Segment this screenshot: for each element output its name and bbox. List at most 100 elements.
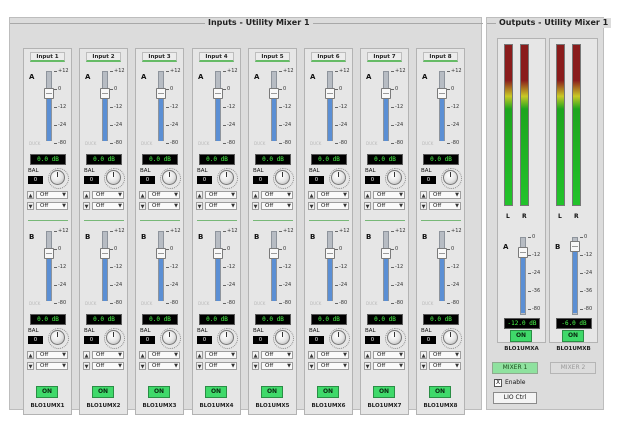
down-arrow-icon[interactable]: ▼ — [83, 202, 90, 210]
routing-dropdown[interactable]: Off ▼ — [92, 191, 124, 199]
balance-knob[interactable] — [273, 328, 294, 349]
balance-knob[interactable] — [329, 328, 350, 349]
routing-dropdown[interactable]: Off ▼ — [429, 202, 461, 210]
fader-handle[interactable] — [381, 248, 391, 259]
mixer-2-button[interactable]: MIXER 2 — [550, 362, 596, 374]
on-button[interactable]: ON — [510, 330, 532, 342]
up-arrow-icon[interactable]: ▲ — [308, 351, 315, 359]
fader-handle[interactable] — [269, 248, 279, 259]
up-arrow-icon[interactable]: ▲ — [364, 351, 371, 359]
on-button[interactable]: ON — [562, 330, 584, 342]
fader-handle[interactable] — [44, 88, 54, 99]
routing-dropdown[interactable]: Off ▼ — [205, 191, 237, 199]
fader-handle[interactable] — [437, 88, 447, 99]
fader-handle[interactable] — [213, 248, 223, 259]
fader-handle[interactable] — [381, 88, 391, 99]
routing-dropdown[interactable]: Off ▼ — [148, 202, 180, 210]
on-button[interactable]: ON — [429, 386, 451, 398]
fader-handle[interactable] — [213, 88, 223, 99]
fader-handle[interactable] — [570, 241, 580, 252]
up-arrow-icon[interactable]: ▲ — [27, 351, 34, 359]
down-arrow-icon[interactable]: ▼ — [364, 202, 371, 210]
fader-handle[interactable] — [156, 248, 166, 259]
balance-knob[interactable] — [48, 328, 69, 349]
routing-dropdown[interactable]: Off ▼ — [373, 202, 405, 210]
routing-dropdown[interactable]: Off ▼ — [148, 362, 180, 370]
down-arrow-icon[interactable]: ▼ — [364, 362, 371, 370]
routing-dropdown[interactable]: Off ▼ — [92, 202, 124, 210]
down-arrow-icon[interactable]: ▼ — [420, 362, 427, 370]
on-button[interactable]: ON — [373, 386, 395, 398]
fader-handle[interactable] — [269, 88, 279, 99]
on-button[interactable]: ON — [317, 386, 339, 398]
routing-dropdown[interactable]: Off ▼ — [261, 362, 293, 370]
routing-dropdown[interactable]: Off ▼ — [373, 351, 405, 359]
balance-knob[interactable] — [217, 328, 238, 349]
routing-dropdown[interactable]: Off ▼ — [36, 362, 68, 370]
down-arrow-icon[interactable]: ▼ — [252, 362, 259, 370]
balance-knob[interactable] — [441, 168, 462, 189]
up-arrow-icon[interactable]: ▲ — [420, 351, 427, 359]
routing-dropdown[interactable]: Off ▼ — [429, 351, 461, 359]
up-arrow-icon[interactable]: ▲ — [196, 191, 203, 199]
on-button[interactable]: ON — [148, 386, 170, 398]
down-arrow-icon[interactable]: ▼ — [308, 202, 315, 210]
mixer-1-button[interactable]: MIXER 1 — [492, 362, 538, 374]
down-arrow-icon[interactable]: ▼ — [196, 202, 203, 210]
routing-dropdown[interactable]: Off ▼ — [317, 191, 349, 199]
fader-handle[interactable] — [100, 88, 110, 99]
down-arrow-icon[interactable]: ▼ — [139, 362, 146, 370]
routing-dropdown[interactable]: Off ▼ — [317, 362, 349, 370]
routing-dropdown[interactable]: Off ▼ — [205, 202, 237, 210]
down-arrow-icon[interactable]: ▼ — [83, 362, 90, 370]
routing-dropdown[interactable]: Off ▼ — [261, 202, 293, 210]
down-arrow-icon[interactable]: ▼ — [27, 202, 34, 210]
routing-dropdown[interactable]: Off ▼ — [373, 362, 405, 370]
up-arrow-icon[interactable]: ▲ — [196, 351, 203, 359]
up-arrow-icon[interactable]: ▲ — [308, 191, 315, 199]
fader-handle[interactable] — [325, 248, 335, 259]
routing-dropdown[interactable]: Off ▼ — [92, 351, 124, 359]
up-arrow-icon[interactable]: ▲ — [420, 191, 427, 199]
routing-dropdown[interactable]: Off ▼ — [429, 362, 461, 370]
balance-knob[interactable] — [48, 168, 69, 189]
down-arrow-icon[interactable]: ▼ — [252, 202, 259, 210]
down-arrow-icon[interactable]: ▼ — [139, 202, 146, 210]
routing-dropdown[interactable]: Off ▼ — [36, 191, 68, 199]
up-arrow-icon[interactable]: ▲ — [252, 351, 259, 359]
routing-dropdown[interactable]: Off ▼ — [148, 351, 180, 359]
balance-knob[interactable] — [329, 168, 350, 189]
fader-handle[interactable] — [156, 88, 166, 99]
down-arrow-icon[interactable]: ▼ — [308, 362, 315, 370]
up-arrow-icon[interactable]: ▲ — [139, 351, 146, 359]
fader-handle[interactable] — [44, 248, 54, 259]
up-arrow-icon[interactable]: ▲ — [27, 191, 34, 199]
routing-dropdown[interactable]: Off ▼ — [373, 191, 405, 199]
on-button[interactable]: ON — [92, 386, 114, 398]
balance-knob[interactable] — [160, 168, 181, 189]
balance-knob[interactable] — [385, 168, 406, 189]
balance-knob[interactable] — [385, 328, 406, 349]
up-arrow-icon[interactable]: ▲ — [252, 191, 259, 199]
routing-dropdown[interactable]: Off ▼ — [205, 362, 237, 370]
fader-handle[interactable] — [100, 248, 110, 259]
balance-knob[interactable] — [160, 328, 181, 349]
balance-knob[interactable] — [104, 168, 125, 189]
balance-knob[interactable] — [104, 328, 125, 349]
routing-dropdown[interactable]: Off ▼ — [148, 191, 180, 199]
enable-checkbox[interactable]: X — [494, 379, 502, 387]
routing-dropdown[interactable]: Off ▼ — [429, 191, 461, 199]
lio-ctrl-button[interactable]: LIO Ctrl — [493, 392, 537, 404]
down-arrow-icon[interactable]: ▼ — [196, 362, 203, 370]
routing-dropdown[interactable]: Off ▼ — [317, 202, 349, 210]
up-arrow-icon[interactable]: ▲ — [83, 191, 90, 199]
down-arrow-icon[interactable]: ▼ — [27, 362, 34, 370]
on-button[interactable]: ON — [261, 386, 283, 398]
fader-handle[interactable] — [437, 248, 447, 259]
fader-handle[interactable] — [325, 88, 335, 99]
on-button[interactable]: ON — [205, 386, 227, 398]
routing-dropdown[interactable]: Off ▼ — [317, 351, 349, 359]
balance-knob[interactable] — [441, 328, 462, 349]
routing-dropdown[interactable]: Off ▼ — [261, 191, 293, 199]
up-arrow-icon[interactable]: ▲ — [139, 191, 146, 199]
